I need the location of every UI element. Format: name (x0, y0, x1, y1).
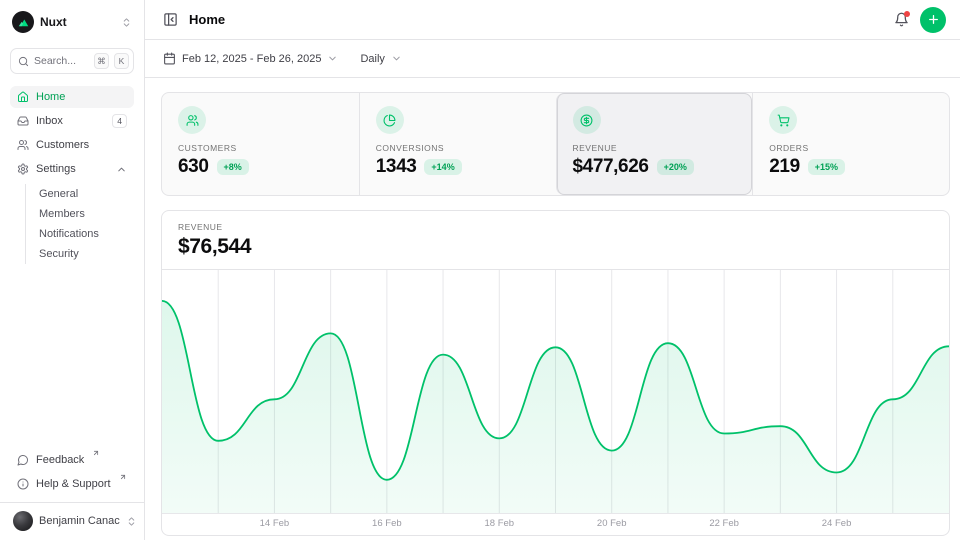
stat-orders[interactable]: ORDERS 219 +15% (752, 93, 949, 195)
x-tick-label: 22 Feb (709, 518, 739, 529)
search-icon (18, 56, 29, 67)
sidebar-nav: Home Inbox 4 Customers Settings (10, 86, 134, 264)
inbox-count-badge: 4 (112, 114, 127, 128)
users-icon (17, 139, 29, 151)
house-icon (17, 91, 29, 103)
page-title: Home (189, 12, 225, 27)
panel-left-close-icon (163, 12, 178, 27)
sidebar-item-home[interactable]: Home (10, 86, 134, 108)
chart-metric-label: REVENUE (178, 222, 933, 232)
user-name: Benjamin Canac (39, 515, 120, 527)
search-field[interactable] (34, 55, 89, 67)
stat-delta-badge: +20% (657, 159, 694, 175)
message-circle-icon (17, 454, 29, 466)
stat-label: ORDERS (769, 143, 933, 153)
settings-submenu: General Members Notifications Security (25, 184, 134, 264)
stat-value: 219 (769, 156, 800, 178)
user-menu[interactable]: Benjamin Canac (10, 508, 134, 534)
chevron-down-icon (391, 53, 402, 64)
sidebar-divider (0, 502, 144, 503)
stat-value: $477,626 (573, 156, 649, 178)
chevron-up-icon (116, 164, 127, 175)
granularity-label: Daily (360, 53, 384, 65)
feedback-link[interactable]: Feedback (10, 449, 134, 471)
date-range-picker[interactable]: Feb 12, 2025 - Feb 26, 2025 (161, 48, 340, 69)
revenue-area-chart (162, 270, 949, 514)
pie-chart-icon (376, 106, 404, 134)
chevrons-up-down-icon (126, 516, 137, 527)
stat-label: CUSTOMERS (178, 143, 343, 153)
stat-value: 630 (178, 156, 209, 178)
x-tick-label: 18 Feb (484, 518, 514, 529)
x-tick-label: 20 Feb (597, 518, 627, 529)
sidebar-item-customers[interactable]: Customers (10, 134, 134, 156)
chart-metric-value: $76,544 (178, 235, 933, 259)
calendar-icon (163, 52, 176, 65)
main-area: Home Feb 12, 2025 - Feb 26, 2025 Daily (145, 0, 960, 540)
sidebar-item-security[interactable]: Security (26, 244, 134, 264)
sidebar-item-members[interactable]: Members (26, 204, 134, 224)
stat-label: CONVERSIONS (376, 143, 540, 153)
avatar (13, 511, 33, 531)
chevron-down-icon (327, 53, 338, 64)
chart-x-axis: 14 Feb 16 Feb 18 Feb 20 Feb 22 Feb 24 Feb (162, 514, 949, 535)
sidebar-item-label: Settings (36, 163, 76, 175)
external-link-icon (119, 473, 127, 481)
revenue-chart-card: REVENUE $76,544 14 Feb 16 Feb 18 Feb 20 Feb… (161, 210, 950, 536)
stat-conversions[interactable]: CONVERSIONS 1343 +14% (359, 93, 556, 195)
gear-icon (17, 163, 29, 175)
sidebar-item-label: Inbox (36, 115, 63, 127)
workspace-switcher[interactable]: Nuxt (10, 8, 134, 36)
inbox-icon (17, 115, 29, 127)
info-circle-icon (17, 478, 29, 490)
search-input[interactable]: ⌘ K (10, 48, 134, 74)
stat-delta-badge: +14% (424, 159, 461, 175)
kbd-key: K (114, 53, 129, 69)
external-link-icon (92, 449, 100, 457)
nuxt-logo-icon (12, 11, 34, 33)
stat-label: REVENUE (573, 143, 737, 153)
add-button[interactable] (920, 7, 946, 33)
x-tick-label: 24 Feb (822, 518, 852, 529)
x-tick-label: 16 Feb (372, 518, 402, 529)
content: CUSTOMERS 630 +8% CONVERSIONS 1343 +14% (145, 78, 960, 536)
chart-header: REVENUE $76,544 (162, 211, 949, 270)
help-support-link[interactable]: Help & Support (10, 473, 134, 495)
chart-body: 14 Feb 16 Feb 18 Feb 20 Feb 22 Feb 24 Feb (162, 270, 949, 535)
feedback-label: Feedback (36, 454, 84, 466)
sidebar-item-settings[interactable]: Settings (10, 158, 134, 180)
date-range-label: Feb 12, 2025 - Feb 26, 2025 (182, 53, 321, 65)
stat-delta-badge: +8% (217, 159, 249, 175)
filter-toolbar: Feb 12, 2025 - Feb 26, 2025 Daily (145, 40, 960, 78)
stats-row: CUSTOMERS 630 +8% CONVERSIONS 1343 +14% (161, 92, 950, 196)
sidebar-item-inbox[interactable]: Inbox 4 (10, 110, 134, 132)
shopping-cart-icon (769, 106, 797, 134)
x-tick-label: 14 Feb (260, 518, 290, 529)
workspace-name: Nuxt (40, 15, 115, 29)
notifications-button[interactable] (892, 10, 911, 29)
chevrons-up-down-icon (121, 17, 132, 28)
sidebar-collapse-button[interactable] (161, 10, 180, 29)
sidebar-item-label: Customers (36, 139, 89, 151)
kbd-meta: ⌘ (94, 53, 109, 69)
plus-icon (927, 13, 940, 26)
sidebar-item-label: Home (36, 91, 65, 103)
users-icon (178, 106, 206, 134)
notification-dot (904, 11, 910, 17)
top-bar: Home (145, 0, 960, 40)
sidebar-item-general[interactable]: General (26, 184, 134, 204)
app-window: Nuxt ⌘ K Home Inbox 4 Cust (0, 0, 960, 540)
granularity-select[interactable]: Daily (358, 49, 403, 69)
stat-revenue[interactable]: REVENUE $477,626 +20% (556, 93, 753, 195)
sidebar: Nuxt ⌘ K Home Inbox 4 Cust (0, 0, 145, 540)
sidebar-item-notifications[interactable]: Notifications (26, 224, 134, 244)
circle-dollar-icon (573, 106, 601, 134)
stat-value: 1343 (376, 156, 417, 178)
stat-delta-badge: +15% (808, 159, 845, 175)
stat-customers[interactable]: CUSTOMERS 630 +8% (162, 93, 359, 195)
help-support-label: Help & Support (36, 478, 111, 490)
sidebar-footer: Feedback Help & Support (10, 449, 134, 495)
